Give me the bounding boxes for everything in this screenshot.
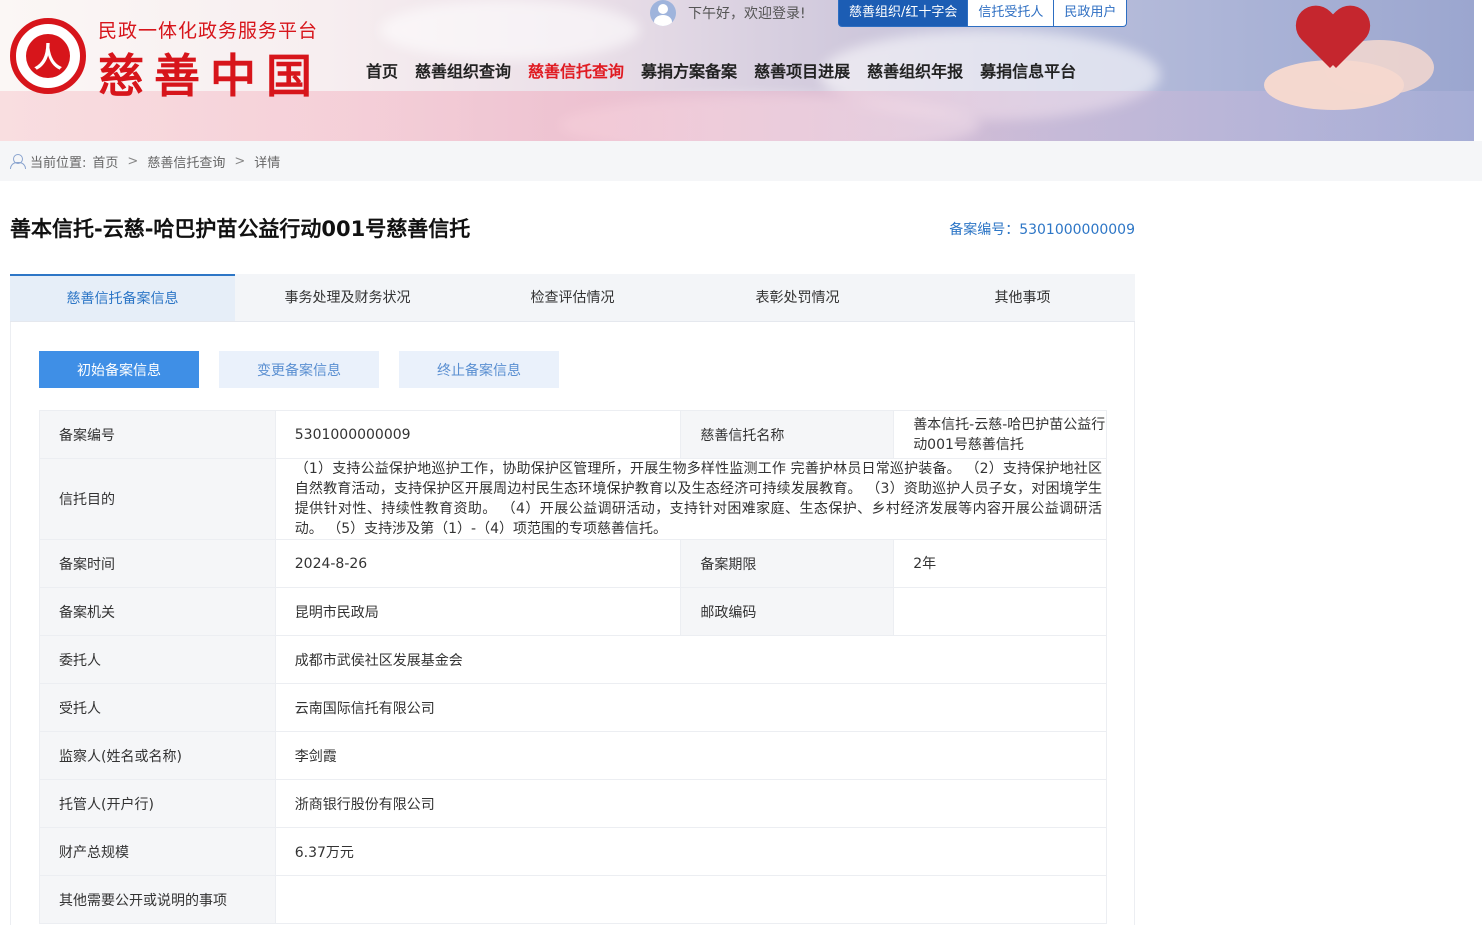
page-title: 善本信托-云慈-哈巴护苗公益行动001号慈善信托: [10, 217, 471, 241]
tab-inspection[interactable]: 检查评估情况: [460, 274, 685, 321]
settlor-label: 委托人: [39, 635, 276, 684]
breadcrumb: 当前位置: 首页 > 慈善信托查询 > 详情: [0, 141, 1482, 181]
table-row: 备案编号 5301000000009 慈善信托名称 善本信托-云慈-哈巴护苗公益…: [39, 410, 1107, 459]
trust-name-label: 慈善信托名称: [680, 410, 895, 459]
site-title: 慈善中国: [98, 49, 322, 103]
user-avatar-icon: [650, 0, 676, 26]
other-matters-value: [274, 875, 1108, 924]
record-date-value: 2024-8-26: [274, 539, 682, 588]
greeting-text: 下午好，欢迎登录!: [688, 6, 806, 22]
nav-project-progress[interactable]: 慈善项目进展: [754, 58, 850, 82]
nav-charity-org-query[interactable]: 慈善组织查询: [415, 58, 511, 82]
main-nav: 首页 慈善组织查询 慈善信托查询 募捐方案备案 慈善项目进展 慈善组织年报 募捐…: [366, 58, 1093, 82]
table-row: 备案时间 2024-8-26 备案期限 2年: [39, 539, 1107, 588]
breadcrumb-home[interactable]: 首页: [92, 152, 118, 171]
change-filing-button[interactable]: 变更备案信息: [219, 351, 379, 388]
table-row: 受托人 云南国际信托有限公司: [39, 683, 1108, 732]
termination-filing-button[interactable]: 终止备案信息: [399, 351, 559, 388]
record-number-header: 备案编号：5301000000009: [949, 222, 1135, 238]
table-row: 财产总规模 6.37万元: [39, 827, 1108, 876]
site-logo[interactable]: 人: [10, 18, 86, 94]
other-matters-label: 其他需要公开或说明的事项: [39, 875, 276, 924]
location-user-icon: [10, 154, 26, 169]
heart-icon: [1296, 8, 1366, 72]
tab-affairs-finance[interactable]: 事务处理及财务状况: [235, 274, 460, 321]
breadcrumb-separator: >: [127, 153, 139, 169]
table-row: 监察人(姓名或名称) 李剑霞: [39, 731, 1108, 780]
record-no-label: 备案编号: [39, 410, 276, 459]
authority-value: 昆明市民政局: [274, 587, 682, 636]
tab-other-matters[interactable]: 其他事项: [910, 274, 1135, 321]
login-tabs: 慈善组织/红十字会 信托受托人 民政用户: [838, 0, 1128, 27]
trustee-label: 受托人: [39, 683, 276, 732]
trustee-value: 云南国际信托有限公司: [274, 683, 1108, 732]
banner-cloud: [380, 0, 640, 60]
table-row: 托管人(开户行) 浙商银行股份有限公司: [39, 779, 1108, 828]
supervisor-label: 监察人(姓名或名称): [39, 731, 276, 780]
table-row: 其他需要公开或说明的事项: [39, 875, 1108, 924]
login-tab-trustee[interactable]: 信托受托人: [968, 0, 1055, 27]
login-tab-charity-org[interactable]: 慈善组织/红十字会: [838, 0, 969, 27]
nav-fundraising-plan-filing[interactable]: 募捐方案备案: [641, 58, 737, 82]
detail-tabs: 慈善信托备案信息 事务处理及财务状况 检查评估情况 表彰处罚情况 其他事项: [10, 274, 1135, 322]
breadcrumb-trust-query[interactable]: 慈善信托查询: [147, 152, 225, 171]
property-label: 财产总规模: [39, 827, 276, 876]
filing-info-table: 备案编号 5301000000009 慈善信托名称 善本信托-云慈-哈巴护苗公益…: [39, 410, 1108, 924]
user-greeting: 下午好，欢迎登录!: [650, 0, 806, 26]
postcode-label: 邮政编码: [680, 587, 895, 636]
purpose-label: 信托目的: [39, 458, 276, 540]
settlor-value: 成都市武侯社区发展基金会: [274, 635, 1108, 684]
nav-charity-trust-query[interactable]: 慈善信托查询: [528, 58, 624, 82]
breadcrumb-separator: >: [234, 153, 246, 169]
tab-commendation-penalty[interactable]: 表彰处罚情况: [685, 274, 910, 321]
custodian-value: 浙商银行股份有限公司: [274, 779, 1108, 828]
authority-label: 备案机关: [39, 587, 276, 636]
record-period-value: 2年: [893, 539, 1107, 588]
initial-filing-button[interactable]: 初始备案信息: [39, 351, 199, 388]
breadcrumb-prefix: 当前位置:: [30, 155, 87, 171]
breadcrumb-current: 详情: [254, 155, 281, 171]
trust-name-value: 善本信托-云慈-哈巴护苗公益行动001号慈善信托: [893, 410, 1107, 459]
header-banner: 人 民政一体化政务服务平台 慈善中国 下午好，欢迎登录! 慈善组织/红十字会 信…: [0, 0, 1474, 141]
property-value: 6.37万元: [274, 827, 1108, 876]
supervisor-value: 李剑霞: [274, 731, 1108, 780]
table-row: 备案机关 昆明市民政局 邮政编码: [39, 587, 1107, 636]
record-period-label: 备案期限: [680, 539, 895, 588]
logo-emblem-icon: 人: [26, 34, 70, 78]
login-tab-civil-user[interactable]: 民政用户: [1054, 0, 1128, 27]
postcode-value: [893, 587, 1107, 636]
nav-fundraising-info-platform[interactable]: 募捐信息平台: [980, 58, 1076, 82]
table-row: 信托目的 （1）支持公益保护地巡护工作，协助保护区管理所，开展生物多样性监测工作…: [39, 458, 1108, 540]
banner-hands-heart-image: [1234, 0, 1434, 130]
record-date-label: 备案时间: [39, 539, 276, 588]
filing-type-buttons: 初始备案信息 变更备案信息 终止备案信息: [39, 351, 559, 388]
site-subtitle: 民政一体化政务服务平台: [98, 20, 319, 42]
table-row: 委托人 成都市武侯社区发展基金会: [39, 635, 1108, 684]
nav-home[interactable]: 首页: [366, 58, 398, 82]
purpose-value: （1）支持公益保护地巡护工作，协助保护区管理所，开展生物多样性监测工作 完善护林…: [274, 458, 1108, 540]
record-no-value: 5301000000009: [274, 410, 682, 459]
custodian-label: 托管人(开户行): [39, 779, 276, 828]
tab-filing-info[interactable]: 慈善信托备案信息: [10, 274, 235, 321]
nav-annual-report[interactable]: 慈善组织年报: [867, 58, 963, 82]
